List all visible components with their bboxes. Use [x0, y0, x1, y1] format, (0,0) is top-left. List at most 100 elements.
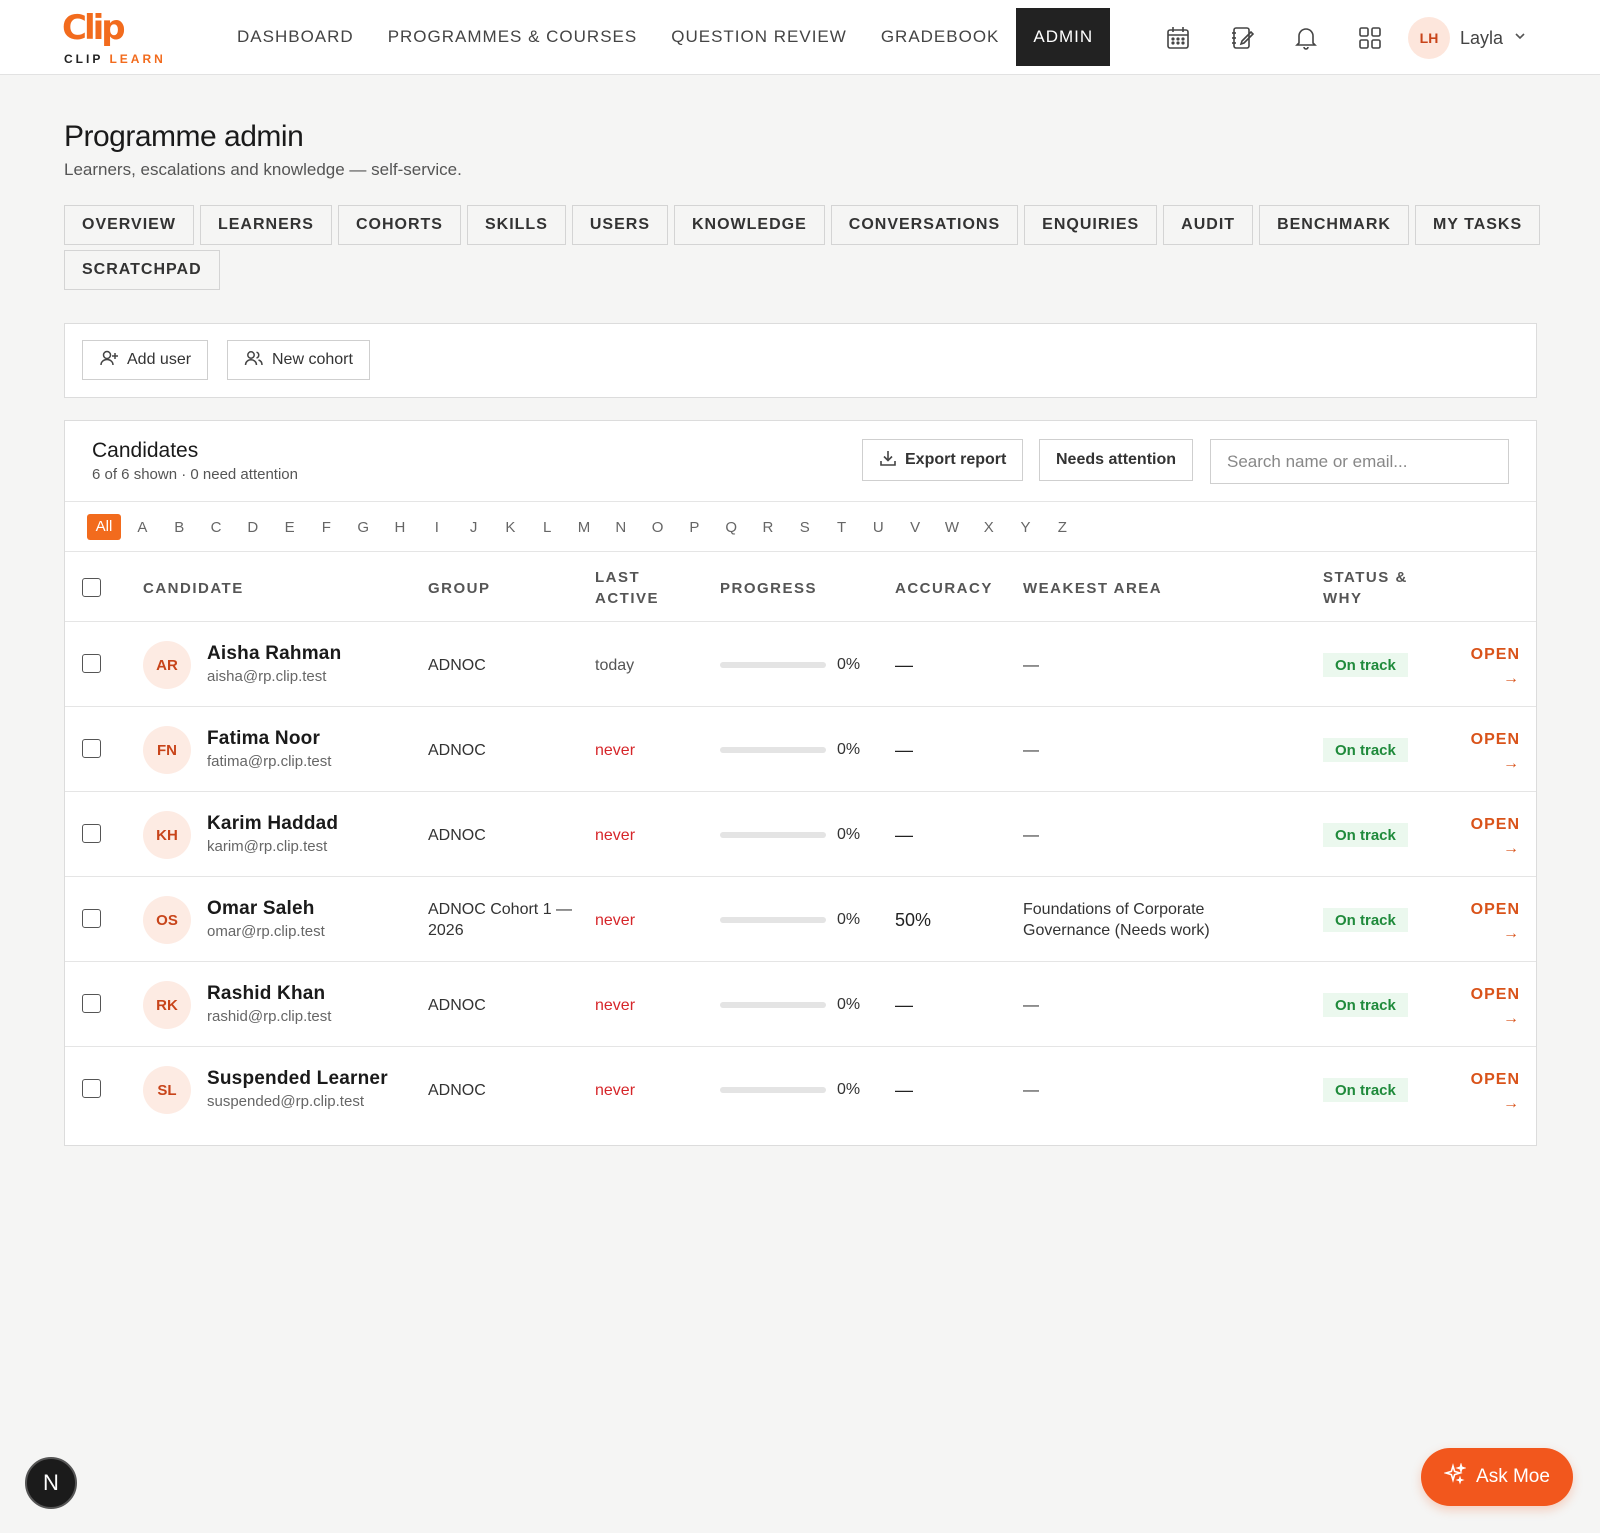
alphabet-filter-d[interactable]: D [234, 519, 271, 536]
tab-audit[interactable]: AUDIT [1163, 205, 1254, 245]
column-header-candidate[interactable]: CANDIDATE [143, 578, 244, 599]
candidates-title: Candidates [92, 439, 199, 462]
nav-question-review[interactable]: QUESTION REVIEW [654, 8, 864, 66]
tab-benchmark[interactable]: BENCHMARK [1259, 205, 1409, 245]
clip-learn-logo[interactable]: Clip CLIP LEARN [62, 8, 182, 68]
bell-icon[interactable] [1288, 20, 1324, 56]
open-candidate-link[interactable]: OPEN → [1470, 1068, 1520, 1116]
column-header-group[interactable]: GROUP [428, 578, 491, 599]
column-header-accuracy[interactable]: ACCURACY [895, 578, 993, 599]
n-badge-button[interactable]: N [25, 1457, 77, 1509]
alphabet-filter-v[interactable]: V [897, 519, 934, 536]
table-row[interactable]: FN Fatima Noor fatima@rp.clip.test ADNOC nev… [65, 706, 1536, 792]
new-cohort-button[interactable]: New cohort [227, 340, 370, 380]
tab-my-tasks[interactable]: MY TASKS [1414, 205, 1541, 245]
alphabet-filter-j[interactable]: J [455, 519, 492, 536]
row-checkbox[interactable] [82, 654, 101, 673]
alphabet-filter-m[interactable]: M [566, 519, 603, 536]
alphabet-filter-z[interactable]: Z [1044, 519, 1081, 536]
open-candidate-link[interactable]: OPEN → [1470, 898, 1520, 946]
alphabet-filter-f[interactable]: F [308, 519, 345, 536]
candidate-email: karim@rp.clip.test [207, 838, 328, 855]
row-checkbox[interactable] [82, 909, 101, 928]
accuracy-value: 50% [895, 910, 932, 930]
candidate-name[interactable]: Fatima Noor [207, 728, 320, 750]
nav-dashboard[interactable]: DASHBOARD [220, 8, 371, 66]
alphabet-filter-n[interactable]: N [602, 519, 639, 536]
calendar-icon[interactable] [1160, 20, 1196, 56]
alphabet-filter-l[interactable]: L [529, 519, 566, 536]
open-candidate-link[interactable]: OPEN → [1470, 643, 1520, 691]
alphabet-filter-u[interactable]: U [860, 519, 897, 536]
candidate-name[interactable]: Karim Haddad [207, 813, 338, 835]
row-checkbox[interactable] [82, 1079, 101, 1098]
export-report-button[interactable]: Export report [862, 439, 1024, 481]
alphabet-filter-b[interactable]: B [161, 519, 198, 536]
alphabet-filter-k[interactable]: K [492, 519, 529, 536]
apps-grid-icon[interactable] [1352, 20, 1388, 56]
tab-overview[interactable]: OVERVIEW [64, 205, 194, 245]
tab-knowledge[interactable]: KNOWLEDGE [673, 205, 825, 245]
column-header-weakest-area[interactable]: WEAKEST AREA [1023, 578, 1162, 599]
candidate-name[interactable]: Suspended Learner [207, 1068, 388, 1090]
alphabet-filter-r[interactable]: R [750, 519, 787, 536]
needs-attention-button[interactable]: Needs attention [1039, 439, 1194, 481]
alphabet-filter-h[interactable]: H [382, 519, 419, 536]
tab-scratchpad[interactable]: SCRATCHPAD [64, 250, 220, 290]
table-row[interactable]: OS Omar Saleh omar@rp.clip.test ADNOC Cohor… [65, 876, 1536, 962]
alphabet-filter-a[interactable]: A [124, 519, 161, 536]
avatar: FN [143, 726, 191, 774]
alphabet-filter-all[interactable]: All [87, 514, 121, 540]
nav-programmes-courses[interactable]: PROGRAMMES & COURSES [371, 8, 655, 66]
alphabet-filter-w[interactable]: W [934, 519, 971, 536]
candidate-name[interactable]: Rashid Khan [207, 983, 325, 1005]
open-candidate-link[interactable]: OPEN → [1470, 983, 1520, 1031]
weakest-area: — [1023, 656, 1039, 674]
row-checkbox[interactable] [82, 994, 101, 1013]
alphabet-filter-x[interactable]: X [970, 519, 1007, 536]
user-menu[interactable]: LH Layla [1408, 17, 1527, 59]
tab-learners[interactable]: LEARNERS [199, 205, 332, 245]
alphabet-filter-y[interactable]: Y [1007, 519, 1044, 536]
alphabet-filter-p[interactable]: P [676, 519, 713, 536]
table-row[interactable]: RK Rashid Khan rashid@rp.clip.test ADNOC nev… [65, 961, 1536, 1047]
select-all-checkbox[interactable] [82, 578, 101, 597]
tab-enquiries[interactable]: ENQUIRIES [1024, 205, 1158, 245]
table-row[interactable]: AR Aisha Rahman aisha@rp.clip.test ADNOC tod… [65, 621, 1536, 707]
table-row[interactable]: KH Karim Haddad karim@rp.clip.test ADNOC nev… [65, 791, 1536, 877]
row-checkbox[interactable] [82, 739, 101, 758]
candidate-name[interactable]: Aisha Rahman [207, 643, 341, 665]
table-row[interactable]: SL Suspended Learner suspended@rp.clip.tes… [65, 1046, 1536, 1132]
main-nav: DASHBOARD PROGRAMMES & COURSES QUESTION … [220, 8, 1111, 66]
alphabet-filter-o[interactable]: O [639, 519, 676, 536]
tab-skills[interactable]: SKILLS [466, 205, 566, 245]
accuracy-value: — [895, 1080, 913, 1100]
alphabet-filter-c[interactable]: C [198, 519, 235, 536]
candidate-name[interactable]: Omar Saleh [207, 898, 315, 920]
candidate-group: ADNOC [428, 826, 486, 844]
ask-moe-button[interactable]: Ask Moe [1421, 1448, 1573, 1506]
candidate-group: ADNOC [428, 741, 486, 759]
notebook-icon[interactable] [1224, 20, 1260, 56]
column-header-status[interactable]: STATUS & WHY [1323, 567, 1408, 609]
row-checkbox[interactable] [82, 824, 101, 843]
tab-users[interactable]: USERS [571, 205, 668, 245]
nav-admin[interactable]: ADMIN [1016, 8, 1111, 66]
progress-bar [720, 917, 826, 923]
alphabet-filter-e[interactable]: E [271, 519, 308, 536]
alphabet-filter-g[interactable]: G [345, 519, 382, 536]
add-user-button[interactable]: Add user [82, 340, 209, 380]
open-candidate-link[interactable]: OPEN → [1470, 813, 1520, 861]
column-header-progress[interactable]: PROGRESS [720, 578, 817, 599]
tab-cohorts[interactable]: COHORTS [337, 205, 461, 245]
column-header-last-active[interactable]: LAST ACTIVE [595, 567, 659, 609]
alphabet-filter-t[interactable]: T [823, 519, 860, 536]
nav-gradebook[interactable]: GRADEBOOK [864, 8, 1017, 66]
search-input[interactable] [1210, 439, 1509, 484]
alphabet-filter-i[interactable]: I [418, 519, 455, 536]
alphabet-filter-q[interactable]: Q [713, 519, 750, 536]
open-candidate-link[interactable]: OPEN → [1470, 728, 1520, 776]
alphabet-filter-s[interactable]: S [786, 519, 823, 536]
progress-percent: 0% [837, 656, 861, 673]
tab-conversations[interactable]: CONVERSATIONS [830, 205, 1019, 245]
